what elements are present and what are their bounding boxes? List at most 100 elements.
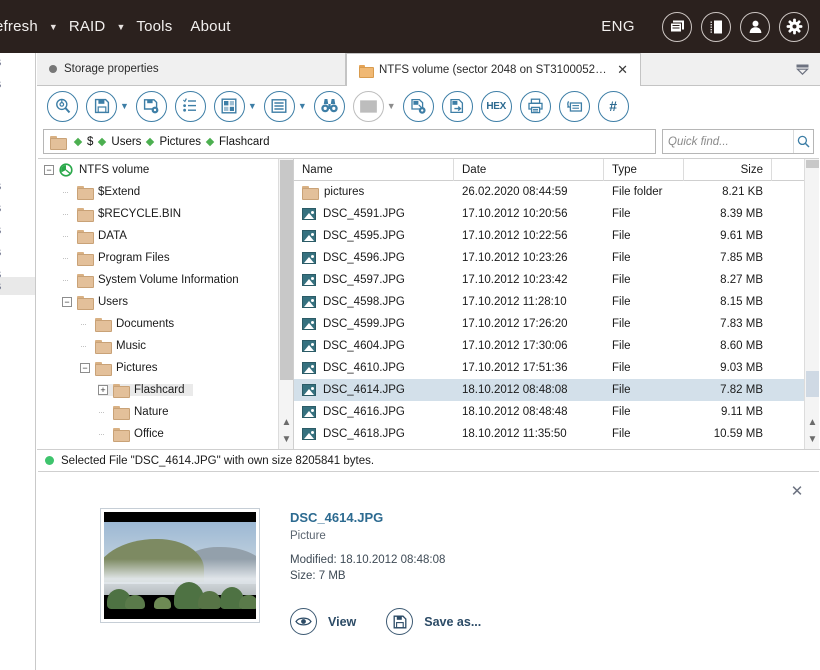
tree-node-office[interactable]: ··· Office (38, 423, 293, 445)
tree-node-nature[interactable]: ··· Nature (38, 401, 293, 423)
scroll-up-icon[interactable]: ▲ (279, 414, 293, 431)
scroll-up-icon[interactable]: ▲ (805, 414, 819, 431)
file-name: DSC_4616.JPG (323, 406, 405, 418)
menu-item-tools[interactable]: Tools (127, 18, 181, 35)
tree-scrollbar-thumb[interactable] (280, 160, 293, 380)
lines-icon[interactable] (263, 90, 295, 122)
hash-icon[interactable]: # (597, 90, 629, 122)
close-icon[interactable]: ✕ (617, 62, 628, 78)
column-header-type[interactable]: Type (604, 159, 684, 181)
tree-node-content: ··· Office (98, 428, 164, 442)
collapse-icon[interactable]: − (62, 297, 72, 307)
chevron-down-icon[interactable]: ▼ (248, 101, 257, 111)
table-row[interactable]: DSC_4595.JPG 17.10.2012 10:22:56 File 9.61 … (294, 225, 819, 247)
tree-node-leaf-marker: ··· (98, 407, 105, 417)
table-row[interactable]: DSC_4596.JPG 17.10.2012 10:23:26 File 7.85 … (294, 247, 819, 269)
binoculars-icon[interactable] (313, 90, 345, 122)
view-button[interactable]: View (290, 608, 356, 635)
thumbnail-image (104, 512, 256, 619)
collapse-icon[interactable]: − (80, 363, 90, 373)
scroll-down-icon[interactable]: ▼ (279, 431, 293, 448)
notebook-icon[interactable] (701, 11, 731, 42)
table-row[interactable]: DSC_4591.JPG 17.10.2012 10:20:56 File 8.39 … (294, 203, 819, 225)
tree-node-system-volume-information[interactable]: ··· System Volume Information (38, 269, 293, 291)
panels-icon[interactable] (662, 11, 692, 42)
menu-item-about[interactable]: About (181, 18, 239, 35)
image-icon (302, 208, 316, 220)
breadcrumb-item-users[interactable]: Users (111, 136, 141, 148)
user-icon[interactable] (740, 11, 770, 42)
tree-node-users[interactable]: − Users (38, 291, 293, 313)
chevron-down-icon[interactable]: ▼ (387, 101, 396, 111)
tree-node-content: ··· $Extend (62, 186, 140, 200)
table-row[interactable]: DSC_4618.JPG 18.10.2012 11:35:50 File 10.59… (294, 423, 819, 445)
cell-name: DSC_4614.JPG (294, 384, 454, 396)
language-selector[interactable]: ENG (601, 18, 635, 35)
breadcrumb[interactable]: $ Users Pictures Flashcard (43, 129, 656, 154)
tab-list-icon[interactable] (785, 53, 820, 85)
tree-node-extend[interactable]: ··· $Extend (38, 181, 293, 203)
tab-storage-properties[interactable]: Storage properties (37, 53, 346, 85)
tree-node-documents[interactable]: ··· Documents (38, 313, 293, 335)
image-icon (302, 384, 316, 396)
table-row[interactable]: DSC_4604.JPG 17.10.2012 17:30:06 File 8.60 … (294, 335, 819, 357)
checklist-icon[interactable] (174, 90, 206, 122)
table-row[interactable]: DSC_4599.JPG 17.10.2012 17:26:20 File 7.83 … (294, 313, 819, 335)
cell-size: 7.83 MB (720, 318, 763, 330)
file-list-scrollbar-thumb[interactable] (806, 371, 819, 397)
save-as-button[interactable]: Save as... (386, 608, 481, 635)
tree-node-flashcard[interactable]: + Flashcard (38, 379, 293, 401)
table-row[interactable]: DSC_4598.JPG 17.10.2012 11:28:10 File 8.15 … (294, 291, 819, 313)
tree-node-content: ··· Nature (98, 406, 169, 420)
quick-find-box[interactable] (662, 129, 814, 154)
grid-icon[interactable] (213, 90, 245, 122)
tree-scrollbar[interactable]: ▲ ▼ (278, 159, 293, 449)
chevron-down-icon[interactable]: ▼ (298, 101, 307, 111)
view-button-label: View (328, 614, 357, 629)
scroll-down-icon[interactable]: ▼ (805, 431, 819, 448)
menu-item-raid[interactable]: RAID (60, 18, 115, 35)
tree-node-music[interactable]: ··· Music (38, 335, 293, 357)
chevron-down-icon[interactable]: ▼ (120, 101, 129, 111)
thumbnail-frame[interactable] (100, 508, 260, 623)
tree-node-program-files[interactable]: ··· Program Files (38, 247, 293, 269)
menu-item-refresh[interactable]: efresh (0, 18, 47, 35)
search-icon[interactable] (793, 130, 813, 153)
tree-node-leaf-marker: ··· (62, 253, 69, 263)
menu-caret-refresh[interactable]: ▼ (47, 22, 60, 32)
search-input[interactable] (663, 135, 794, 148)
table-row[interactable]: DSC_4610.JPG 17.10.2012 17:51:36 File 9.03 … (294, 357, 819, 379)
floppy-icon[interactable] (86, 90, 117, 122)
breadcrumb-item-pictures[interactable]: Pictures (159, 136, 201, 148)
collapse-icon[interactable]: − (44, 165, 54, 175)
image-gear-icon[interactable] (402, 90, 434, 122)
tree-node-ntfs-volume[interactable]: − NTFS volume (38, 159, 293, 181)
column-header-name[interactable]: Name (294, 159, 454, 181)
file-name: DSC_4618.JPG (323, 428, 405, 440)
menu-caret-raid[interactable]: ▼ (114, 22, 127, 32)
tab-ntfs-volume[interactable]: NTFS volume (sector 2048 on ST31000524NS… (346, 53, 641, 86)
tree-node-recycle-bin[interactable]: ··· $RECYCLE.BIN (38, 203, 293, 225)
tag-icon[interactable] (558, 90, 590, 122)
clipped-left-panel: B B B B B B B B (0, 53, 36, 670)
floppy-gear-icon[interactable] (135, 90, 167, 122)
expand-icon[interactable]: + (98, 385, 108, 395)
file-list-scrollbar-thumb-top[interactable] (806, 160, 819, 168)
breadcrumb-item-root[interactable]: $ (87, 136, 93, 148)
hex-icon[interactable]: HEX (480, 90, 512, 122)
column-header-size[interactable]: Size (684, 159, 772, 181)
table-row[interactable]: DSC_4616.JPG 18.10.2012 08:48:48 File 9.11 … (294, 401, 819, 423)
table-row[interactable]: pictures 26.02.2020 08:44:59 File folder 8.… (294, 181, 819, 203)
image-export-icon[interactable] (441, 90, 473, 122)
gear-icon[interactable] (779, 11, 809, 42)
file-list-scrollbar[interactable]: ▲ ▼ (804, 159, 819, 449)
table-row[interactable]: DSC_4614.JPG 18.10.2012 08:48:08 File 7.82 … (294, 379, 819, 401)
column-header-date[interactable]: Date (454, 159, 604, 181)
printer-icon[interactable] (519, 90, 551, 122)
tree-node-pictures[interactable]: − Pictures (38, 357, 293, 379)
magnifier-disk-icon[interactable] (47, 90, 78, 122)
tree-node-data[interactable]: ··· DATA (38, 225, 293, 247)
breadcrumb-item-flashcard[interactable]: Flashcard (219, 136, 270, 148)
table-row[interactable]: DSC_4597.JPG 17.10.2012 10:23:42 File 8.27 … (294, 269, 819, 291)
close-icon[interactable]: ✕ (788, 482, 806, 500)
